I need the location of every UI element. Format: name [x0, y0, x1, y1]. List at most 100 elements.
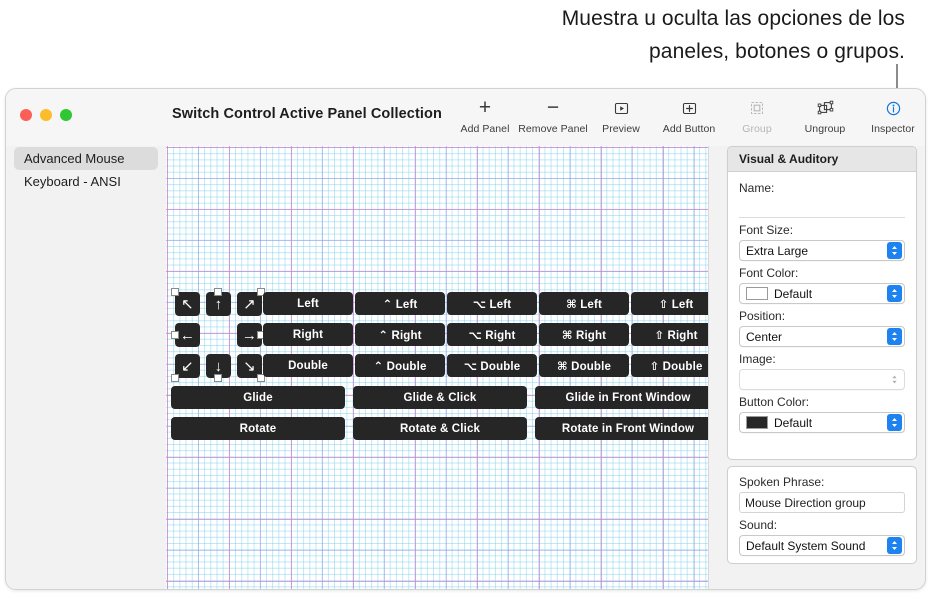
button-command-right[interactable]: ⌘ Right: [539, 323, 629, 346]
sound-select[interactable]: Default System Sound: [739, 535, 905, 556]
button-color-select[interactable]: Default: [739, 412, 905, 433]
font-color-label: Font Color:: [739, 266, 799, 280]
caption-line-1: Muestra u oculta las opciones de los: [561, 7, 905, 30]
button-shift-right[interactable]: ⇧ Right: [631, 323, 708, 346]
visual-auditory-card: Visual & Auditory Name: Font Size: Extra…: [727, 146, 917, 460]
document-title: Switch Control Active Panel Collection: [172, 106, 442, 122]
name-input[interactable]: [739, 198, 905, 218]
selection-handle-bottom-left[interactable]: [171, 374, 179, 382]
spoken-card: Spoken Phrase: Mouse Direction group Sou…: [727, 466, 917, 564]
button-rotate-and-click[interactable]: Rotate & Click: [353, 417, 527, 440]
button-right[interactable]: Right: [263, 323, 353, 346]
button-shift-double[interactable]: ⇧ Double: [631, 354, 708, 377]
toolbar-add-panel-label: Add Panel: [460, 123, 510, 135]
visual-auditory-header: Visual & Auditory: [728, 147, 916, 172]
mouse-direction-group[interactable]: ↖ ↑ ↗ ← → ↙ ↓ ↘: [171, 288, 265, 382]
button-rotate-in-front-window[interactable]: Rotate in Front Window: [535, 417, 708, 440]
position-value: Center: [746, 329, 783, 344]
chevron-updown-icon: [887, 328, 902, 345]
button-control-right[interactable]: ⌃ Right: [355, 323, 445, 346]
callout-caption: Muestra u oculta las opciones de los pan…: [0, 2, 905, 68]
button-option-left[interactable]: ⌥ Left: [447, 292, 537, 315]
info-circle-icon: [886, 96, 901, 120]
button-color-label: Button Color:: [739, 395, 810, 409]
button-command-left[interactable]: ⌘ Left: [539, 292, 629, 315]
plus-box-icon: [682, 96, 697, 120]
toolbar-remove-panel[interactable]: − Remove Panel: [518, 92, 588, 135]
sound-label: Sound:: [739, 518, 778, 532]
window-toolbar: Switch Control Active Panel Collection +…: [6, 89, 925, 146]
ungroup-icon: [817, 96, 834, 120]
toolbar-inspector-label: Inspector: [871, 123, 915, 135]
image-select[interactable]: [739, 369, 905, 390]
toolbar-preview[interactable]: Preview: [587, 92, 655, 135]
button-option-right[interactable]: ⌥ Right: [447, 323, 537, 346]
button-color-value: Default: [774, 415, 813, 430]
sidebar-item-advanced-mouse[interactable]: Advanced Mouse: [14, 147, 158, 170]
chevron-updown-icon: [887, 242, 902, 259]
name-label: Name:: [739, 181, 775, 195]
button-glide-and-click[interactable]: Glide & Click: [353, 386, 527, 409]
group-icon: [749, 96, 765, 120]
toolbar-ungroup[interactable]: Ungroup: [791, 92, 859, 135]
font-size-label: Font Size:: [739, 223, 794, 237]
font-color-select[interactable]: Default: [739, 283, 905, 304]
toolbar-remove-panel-label: Remove Panel: [518, 123, 588, 135]
toolbar-inspector[interactable]: Inspector: [859, 92, 925, 135]
button-left[interactable]: Left: [263, 292, 353, 315]
toolbar-group[interactable]: Group: [723, 92, 791, 135]
toolbar-add-button[interactable]: Add Button: [655, 92, 723, 135]
button-double[interactable]: Double: [263, 354, 353, 377]
visual-auditory-body: Name: Font Size: Extra Large Font Color:…: [728, 172, 916, 433]
button-option-double[interactable]: ⌥ Double: [447, 354, 537, 377]
spoken-phrase-label: Spoken Phrase:: [739, 475, 825, 489]
button-rotate[interactable]: Rotate: [171, 417, 345, 440]
sidebar-item-label: Keyboard - ANSI: [24, 174, 121, 189]
minimize-button[interactable]: [40, 109, 52, 121]
toolbar-group-label: Group: [742, 123, 772, 135]
plus-icon: +: [478, 96, 492, 119]
image-label: Image:: [739, 352, 776, 366]
selection-handle-bottom-center[interactable]: [214, 374, 222, 382]
app-window: Switch Control Active Panel Collection +…: [5, 88, 926, 590]
selection-handle-middle-left[interactable]: [171, 331, 179, 339]
inspector-panel: Visual & Auditory Name: Font Size: Extra…: [727, 146, 917, 564]
panel-canvas[interactable]: ↖ ↑ ↗ ← → ↙ ↓ ↘ Left ⌃ Left ⌥ Left ⌘ Lef…: [166, 146, 709, 589]
toolbar-preview-label: Preview: [602, 123, 640, 135]
button-control-double[interactable]: ⌃ Double: [355, 354, 445, 377]
button-shift-left[interactable]: ⇧ Left: [631, 292, 708, 315]
spoken-phrase-input[interactable]: Mouse Direction group: [739, 492, 905, 513]
button-color-swatch: [746, 416, 768, 429]
selection-handle-top-center[interactable]: [214, 288, 222, 296]
chevron-updown-icon: [887, 414, 902, 431]
chevron-updown-icon: [887, 371, 902, 388]
position-select[interactable]: Center: [739, 326, 905, 347]
chevron-updown-icon: [887, 537, 902, 554]
position-label: Position:: [739, 309, 786, 323]
panel-list-sidebar: Advanced Mouse Keyboard - ANSI: [6, 146, 166, 589]
sidebar-item-keyboard-ansi[interactable]: Keyboard - ANSI: [14, 170, 158, 193]
minus-icon: −: [546, 96, 560, 119]
button-command-double[interactable]: ⌘ Double: [539, 354, 629, 377]
button-control-left[interactable]: ⌃ Left: [355, 292, 445, 315]
play-box-icon: [614, 96, 629, 120]
sidebar-item-label: Advanced Mouse: [24, 151, 125, 166]
font-size-value: Extra Large: [746, 243, 809, 258]
chevron-updown-icon: [887, 285, 902, 302]
spoken-body: Spoken Phrase: Mouse Direction group Sou…: [728, 467, 916, 556]
toolbar-add-button-label: Add Button: [662, 123, 716, 135]
sound-value: Default System Sound: [746, 538, 866, 553]
close-button[interactable]: [20, 109, 32, 121]
font-size-select[interactable]: Extra Large: [739, 240, 905, 261]
selection-handle-top-left[interactable]: [171, 288, 179, 296]
toolbar-items: + Add Panel − Remove Panel Preview Add B…: [451, 92, 925, 144]
button-glide-in-front-window[interactable]: Glide in Front Window: [535, 386, 708, 409]
zoom-button[interactable]: [60, 109, 72, 121]
font-color-swatch: [746, 287, 768, 300]
font-color-value: Default: [774, 286, 813, 301]
caption-line-2: paneles, botones o grupos.: [649, 40, 905, 63]
toolbar-add-panel[interactable]: + Add Panel: [451, 92, 519, 135]
button-glide[interactable]: Glide: [171, 386, 345, 409]
traffic-light-buttons: [20, 109, 72, 121]
toolbar-ungroup-label: Ungroup: [804, 123, 846, 135]
